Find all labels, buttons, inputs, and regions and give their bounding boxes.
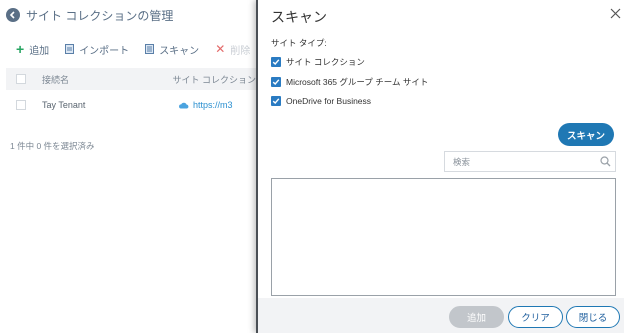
add-button[interactable]: + 追加 [0, 38, 57, 60]
table-header: 接続名 サイト コレクション [6, 68, 256, 90]
selection-status: 1 件中 0 件を選択済み [10, 141, 95, 151]
import-button[interactable]: インポート [57, 38, 137, 60]
delete-button[interactable]: ✕ 削除 [207, 38, 258, 60]
cloud-icon [178, 102, 189, 109]
scan-toolbar-label: スキャン [159, 45, 200, 57]
delete-icon: ✕ [215, 42, 226, 56]
background-page: サイト コレクションの管理 + 追加 インポート スキャン ✕ 削除 接続名 サ… [0, 0, 256, 333]
row-url-cell: https://m3 [178, 100, 256, 110]
import-button-label: インポート [79, 45, 130, 57]
option-onedrive-for-business[interactable]: OneDrive for Business [271, 96, 371, 106]
select-all-checkbox[interactable] [16, 74, 26, 84]
scan-icon [145, 44, 155, 54]
scan-toolbar-button[interactable]: スキャン [137, 38, 207, 60]
row-url-link[interactable]: https://m3 [193, 100, 233, 110]
search-input[interactable] [445, 152, 595, 171]
option-site-collection[interactable]: サイト コレクション [271, 56, 365, 68]
row-checkbox[interactable] [16, 100, 26, 110]
scan-results-list[interactable] [271, 178, 616, 296]
option-label: OneDrive for Business [286, 96, 372, 106]
checkbox-checked-icon[interactable] [271, 57, 281, 67]
import-icon [65, 44, 75, 54]
dialog-title: スキャン [271, 9, 327, 25]
row-name: Tay Tenant [42, 100, 86, 110]
option-m365-group-team-site[interactable]: Microsoft 365 グループ チーム サイト [271, 76, 428, 88]
search-box [444, 151, 616, 172]
checkbox-checked-icon[interactable] [271, 96, 281, 106]
column-header-site-collection: サイト コレクション [172, 74, 256, 85]
close-button[interactable]: 閉じる [566, 306, 620, 328]
connections-table: 接続名 サイト コレクション Tay Tenant https://m3 [6, 68, 256, 120]
scan-button[interactable]: スキャン [558, 123, 614, 146]
page-title: サイト コレクションの管理 [26, 8, 174, 23]
add-button-label: 追加 [29, 45, 50, 57]
dialog-footer: 追加 クリア 閉じる [258, 298, 624, 333]
option-label: Microsoft 365 グループ チーム サイト [286, 77, 429, 87]
back-arrow-icon[interactable] [6, 8, 20, 22]
option-label: サイト コレクション [286, 57, 365, 67]
add-button-disabled[interactable]: 追加 [449, 306, 504, 328]
clear-button[interactable]: クリア [508, 306, 563, 328]
close-icon[interactable] [608, 6, 622, 20]
checkbox-checked-icon[interactable] [271, 77, 281, 87]
page-header: サイト コレクションの管理 [0, 0, 256, 30]
search-icon[interactable] [595, 156, 615, 167]
plus-icon: + [16, 41, 25, 57]
site-type-label: サイト タイプ: [271, 38, 327, 48]
table-row[interactable]: Tay Tenant https://m3 [6, 90, 256, 120]
delete-button-label: 削除 [230, 45, 251, 57]
scan-dialog: スキャン サイト タイプ: サイト コレクション Microsoft 365 グ… [256, 0, 624, 333]
toolbar: + 追加 インポート スキャン ✕ 削除 [0, 38, 256, 60]
column-header-name: 接続名 [42, 74, 70, 85]
